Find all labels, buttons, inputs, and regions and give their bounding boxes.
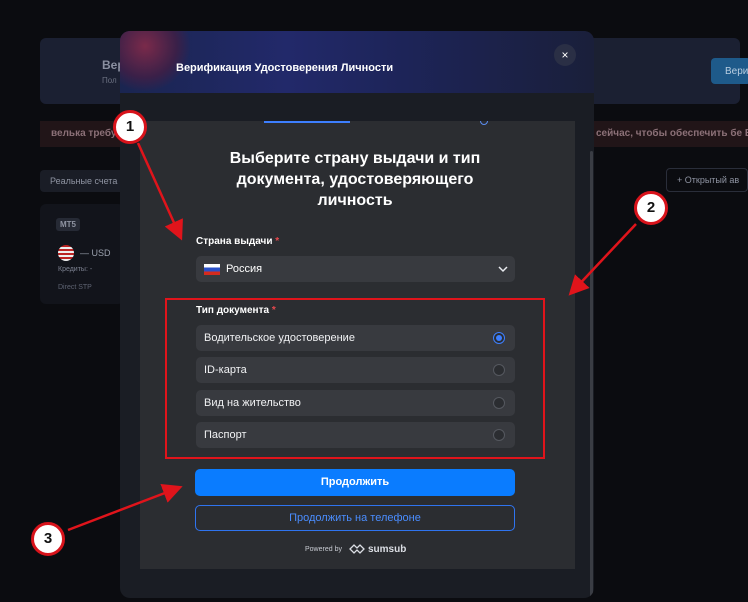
annotation-badge-3: 3: [31, 522, 65, 556]
annotation-badge-1: 1: [113, 110, 147, 144]
arrow-2: [568, 223, 637, 296]
arrow-3: [67, 484, 183, 532]
annotation-badge-2: 2: [634, 191, 668, 225]
annotation-arrows: [67, 142, 637, 532]
arrow-1: [136, 142, 183, 241]
